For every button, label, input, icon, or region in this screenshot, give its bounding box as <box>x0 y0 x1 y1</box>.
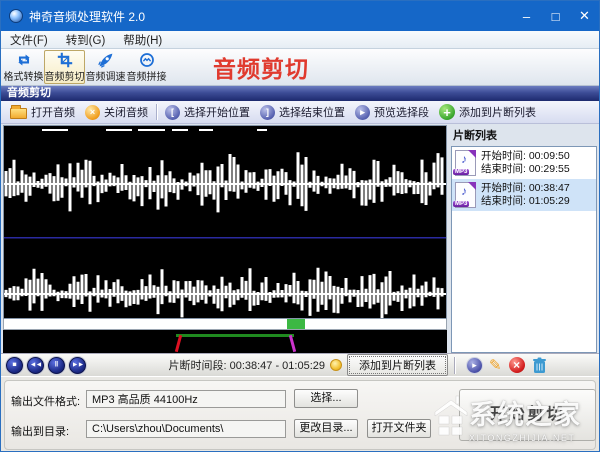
audio-cut-button[interactable]: 音频剪切 <box>44 50 85 84</box>
output-format-label: 输出文件格式: <box>11 393 80 409</box>
fragment-start-time: 开始时间: 00:38:47 <box>481 182 570 194</box>
stop-button[interactable]: ■ <box>6 357 23 374</box>
preview-selection-button[interactable]: ▸ 预览选择段 <box>350 103 434 122</box>
app-icon <box>9 9 23 23</box>
preview-selection-label: 预览选择段 <box>374 104 429 120</box>
transport-bar: ■ ◄◄ ‖ ►► 片断时间段: 00:38:47 - 01:05:29 添加到… <box>1 353 599 376</box>
close-audio-button[interactable]: × 关闭音频 <box>80 103 153 122</box>
toolbar-button-label: 音频拼接 <box>127 68 167 83</box>
close-audio-label: 关闭音频 <box>104 104 148 120</box>
crop-icon <box>55 52 75 68</box>
plus-icon: + <box>439 104 455 120</box>
open-folder-button[interactable]: 打开文件夹 <box>367 419 431 438</box>
close-audio-icon: × <box>85 105 100 120</box>
fragment-list[interactable]: ♪ MP3 开始时间: 00:09:50 结束时间: 00:29:55 ♪ MP… <box>451 146 597 353</box>
toolbar-button-label: 格式转换 <box>4 68 44 83</box>
main-area: 片断列表 ♪ MP3 开始时间: 00:09:50 结束时间: 00:29:55… <box>1 124 599 353</box>
app-window: 神奇音频处理软件 2.0 – □ ✕ 文件(F) 转到(G) 帮助(H) 格式转… <box>0 0 600 452</box>
add-to-list-label: 添加到片断列表 <box>459 104 536 120</box>
audio-waveform <box>4 126 446 318</box>
format-convert-button[interactable]: 格式转换 <box>3 50 44 84</box>
convert-arrows-icon <box>14 52 34 68</box>
selection-range-line <box>176 334 294 337</box>
selection-marker-strip[interactable] <box>3 330 447 353</box>
open-audio-button[interactable]: 打开音频 <box>5 103 80 122</box>
playback-progress-bar[interactable] <box>3 319 447 330</box>
segment-time-range: 00:38:47 - 01:05:29 <box>230 360 325 372</box>
add-to-list-button[interactable]: + 添加到片断列表 <box>434 103 541 122</box>
fragment-start-time: 开始时间: 00:09:50 <box>481 150 570 162</box>
toolbar-button-label: 音频调速 <box>86 68 126 83</box>
fragment-list-item[interactable]: ♪ MP3 开始时间: 00:38:47 结束时间: 01:05:29 <box>452 179 596 211</box>
start-cut-button[interactable]: 开始剪切 <box>459 389 596 441</box>
separator <box>156 104 157 120</box>
waveform-display[interactable] <box>3 125 447 319</box>
fragment-list-item[interactable]: ♪ MP3 开始时间: 00:09:50 结束时间: 00:29:55 <box>452 147 596 179</box>
edit-pencil-icon[interactable]: ✎ <box>489 358 502 373</box>
delete-icon[interactable]: × <box>509 357 525 373</box>
close-button[interactable]: ✕ <box>570 1 599 31</box>
menubar: 文件(F) 转到(G) 帮助(H) <box>1 31 599 49</box>
titlebar: 神奇音频处理软件 2.0 – □ ✕ <box>1 1 599 31</box>
section-header: 音频剪切 <box>1 86 599 101</box>
window-title: 神奇音频处理软件 2.0 <box>29 8 512 25</box>
maximize-button[interactable]: □ <box>541 1 570 31</box>
fragment-panel-title: 片断列表 <box>451 125 597 146</box>
selection-start-marker[interactable] <box>175 335 182 352</box>
toolbar-button-label: 音频剪切 <box>45 68 85 83</box>
start-bracket-icon: [ <box>165 105 180 120</box>
action-bar: 打开音频 × 关闭音频 [ 选择开始位置 ] 选择结束位置 ▸ 预览选择段 + … <box>1 101 599 124</box>
open-audio-label: 打开音频 <box>31 104 75 120</box>
rewind-button[interactable]: ◄◄ <box>27 357 44 374</box>
rocket-icon <box>96 52 116 68</box>
select-end-label: 选择结束位置 <box>279 104 345 120</box>
play-icon: ▸ <box>355 105 370 120</box>
menu-goto[interactable]: 转到(G) <box>57 31 115 49</box>
fragment-panel: 片断列表 ♪ MP3 开始时间: 00:09:50 结束时间: 00:29:55… <box>451 125 597 353</box>
open-folder-icon <box>10 108 27 119</box>
trash-icon[interactable] <box>532 357 547 374</box>
select-end-button[interactable]: ] 选择结束位置 <box>255 103 350 122</box>
page-title: 音频剪切 <box>213 50 309 84</box>
waveform-column <box>3 125 447 353</box>
add-to-fragment-list-button[interactable]: 添加到片断列表 <box>347 354 448 376</box>
segment-time-label: 片断时间段: <box>168 360 226 372</box>
choose-format-button[interactable]: 选择... <box>294 389 358 408</box>
fragment-end-time: 结束时间: 00:29:55 <box>481 163 570 175</box>
select-start-button[interactable]: [ 选择开始位置 <box>160 103 255 122</box>
minimize-button[interactable]: – <box>512 1 541 31</box>
pause-button[interactable]: ‖ <box>48 357 65 374</box>
output-panel: 输出文件格式: 选择... 输出到目录: 更改目录... 打开文件夹 开始剪切 … <box>1 376 599 452</box>
forward-button[interactable]: ►► <box>69 357 86 374</box>
end-bracket-icon: ] <box>260 105 275 120</box>
mp3-file-icon: ♪ MP3 <box>455 182 476 208</box>
audio-speed-button[interactable]: 音频调速 <box>85 50 126 84</box>
output-format-field[interactable] <box>86 390 286 408</box>
gear-icon[interactable] <box>330 359 342 371</box>
handshake-icon <box>137 52 157 68</box>
fragment-end-time: 结束时间: 01:05:29 <box>481 195 570 207</box>
preview-fragment-icon[interactable]: ▸ <box>467 358 482 373</box>
audio-join-button[interactable]: 音频拼接 <box>126 50 167 84</box>
output-dir-label: 输出到目录: <box>11 423 69 439</box>
menu-file[interactable]: 文件(F) <box>1 31 57 49</box>
playback-position-marker[interactable] <box>287 319 305 329</box>
mp3-file-icon: ♪ MP3 <box>455 150 476 176</box>
main-toolbar: 格式转换 音频剪切 音频调速 音频拼接 音频剪切 <box>1 49 599 86</box>
select-start-label: 选择开始位置 <box>184 104 250 120</box>
change-dir-button[interactable]: 更改目录... <box>294 419 358 438</box>
selection-end-marker[interactable] <box>289 335 296 352</box>
menu-help[interactable]: 帮助(H) <box>114 31 171 49</box>
output-dir-field[interactable] <box>86 420 286 438</box>
